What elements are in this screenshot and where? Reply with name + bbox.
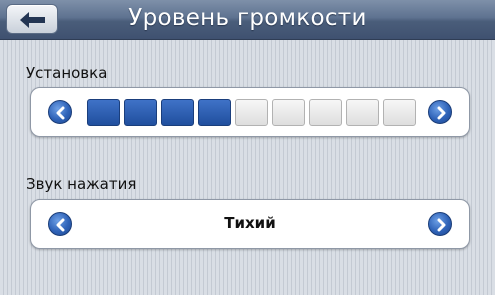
volume-decrease-button[interactable] (48, 100, 72, 124)
volume-increase-button[interactable] (428, 100, 452, 124)
title-bar: Уровень громкости (0, 0, 495, 40)
key-sound-panel: Тихий (30, 199, 470, 249)
key-sound-section-label: Звук нажатия (26, 175, 137, 193)
volume-panel (30, 87, 470, 137)
volume-segment-filled[interactable] (124, 99, 157, 126)
volume-segment-filled[interactable] (87, 99, 120, 126)
volume-segment-empty[interactable] (346, 99, 379, 126)
volume-segment-empty[interactable] (383, 99, 416, 126)
page-title: Уровень громкости (128, 5, 367, 31)
volume-section-label: Установка (26, 64, 108, 82)
volume-segment-empty[interactable] (309, 99, 342, 126)
volume-segment-filled[interactable] (161, 99, 194, 126)
volume-segment-filled[interactable] (198, 99, 231, 126)
volume-level-bar[interactable] (87, 99, 417, 126)
key-sound-value: Тихий (224, 214, 276, 232)
volume-segment-empty[interactable] (235, 99, 268, 126)
chevron-right-icon (437, 106, 446, 120)
chevron-left-icon (56, 106, 65, 120)
key-sound-next-button[interactable] (428, 212, 452, 236)
chevron-right-icon (437, 218, 446, 232)
volume-segment-empty[interactable] (272, 99, 305, 126)
